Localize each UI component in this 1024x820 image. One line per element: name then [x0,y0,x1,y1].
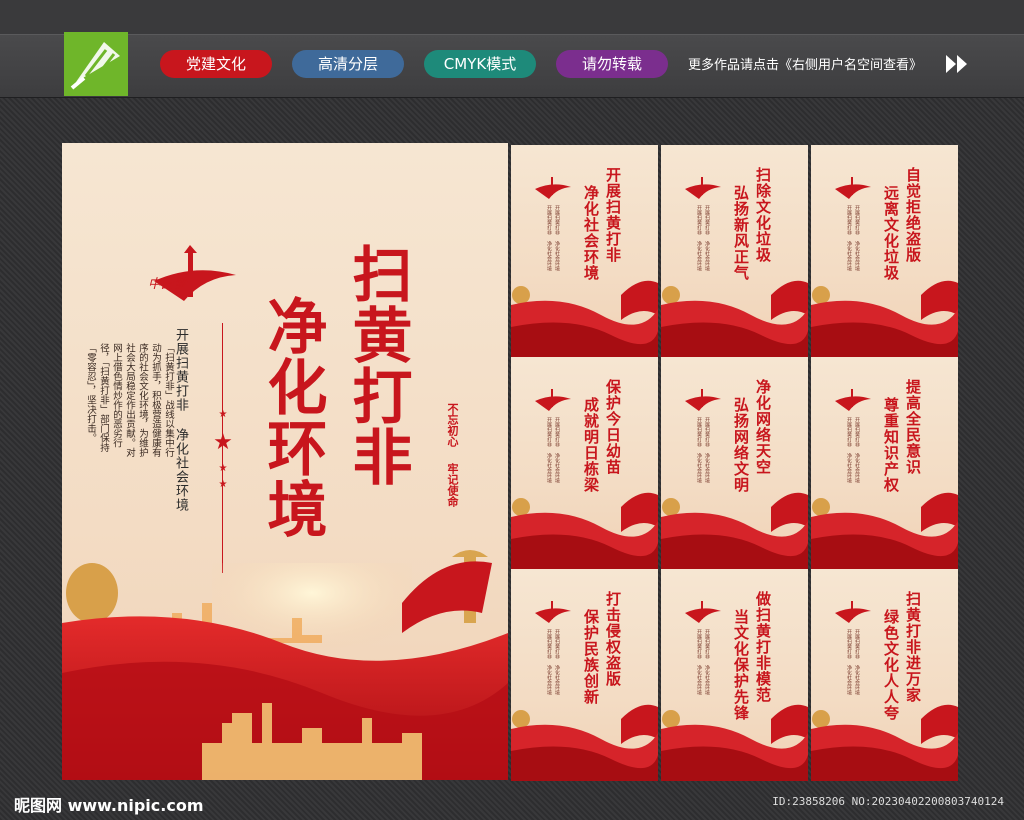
small-poster-title-2: 远离文化垃圾 [882,185,900,281]
small-poster-title-2: 弘扬网络文明 [732,397,750,493]
image-id: ID:23858206 NO:20230402200803740124 [772,795,1004,808]
china-dream-logo [535,601,571,623]
small-poster: 开展扫黄打非 净化社会环境 开展扫黄打非 净化社会环境 扫除文化垃圾 弘扬新风正… [661,145,808,357]
tag-party-culture[interactable]: 党建文化 [160,50,272,78]
main-title-line1: 扫黄打非 [342,243,412,487]
svg-text:★: ★ [219,463,228,474]
small-poster: 开展扫黄打非 净化社会环境 开展扫黄打非 净化社会环境 保护今日幼苗 成就明日栋… [511,357,658,569]
small-poster-title-1: 打击侵权盗版 [604,591,622,687]
pen-nib-icon [70,42,120,90]
small-poster-decoration [511,280,658,357]
small-poster-decoration [811,280,958,357]
small-poster-title-2: 保护民族创新 [582,609,600,705]
small-poster-decoration [661,280,808,357]
china-dream-logo [835,601,871,623]
small-poster-title-1: 扫除文化垃圾 [754,167,772,263]
svg-text:★: ★ [219,479,228,490]
site-watermark: 昵图网 www.nipic.com [14,796,204,815]
bottom-decoration [62,550,508,780]
double-arrow-right-icon[interactable] [944,53,970,75]
small-poster: 开展扫黄打非 净化社会环境 开展扫黄打非 净化社会环境 提高全民意识 尊重知识产… [811,357,958,569]
small-poster-title-1: 开展扫黄打非 [604,167,622,263]
brand-logo[interactable] [64,32,128,96]
small-poster: 开展扫黄打非 净化社会环境 开展扫黄打非 净化社会环境 扫黄打非进万家 绿色文化… [811,569,958,781]
small-poster: 开展扫黄打非 净化社会环境 开展扫黄打非 净化社会环境 打击侵权盗版 保护民族创… [511,569,658,781]
logo-text: 中国梦 [148,277,188,292]
small-poster-title-1: 净化网络天空 [754,379,772,475]
small-poster-title-1: 自觉拒绝盗版 [904,167,922,263]
seal-slogan-1: 不忘初心 [446,403,459,447]
small-poster-decoration [661,704,808,781]
small-poster-decoration [811,704,958,781]
svg-text:★: ★ [219,409,228,420]
china-dream-logo [685,601,721,623]
small-poster-title-2: 尊重知识产权 [882,397,900,493]
china-dream-logo [535,389,571,411]
main-body-text: 「扫黄打非」战线以集中行动为抓手，积极营造健康有序的社会文化环境，为维护社会大局… [85,343,174,457]
china-dream-logo [685,389,721,411]
small-poster: 开展扫黄打非 净化社会环境 开展扫黄打非 净化社会环境 净化网络天空 弘扬网络文… [661,357,808,569]
small-poster-title-2: 弘扬新风正气 [732,185,750,281]
small-poster-title-2: 成就明日栋梁 [582,397,600,493]
small-poster-title-2: 净化社会环境 [582,185,600,281]
china-dream-logo [835,177,871,199]
small-poster-title-1: 提高全民意识 [904,379,922,475]
star-group-icon: ★ ★ ★ ★ [213,409,233,490]
small-poster: 开展扫黄打非 净化社会环境 开展扫黄打非 净化社会环境 自觉拒绝盗版 远离文化垃… [811,145,958,357]
small-poster: 开展扫黄打非 净化社会环境 开展扫黄打非 净化社会环境 做扫黄打非模范 当文化保… [661,569,808,781]
more-works-link[interactable]: 更多作品请点击《右侧用户名空间查看》 [688,54,922,73]
small-poster-decoration [811,492,958,569]
tag-no-repost[interactable]: 请勿转载 [556,50,668,78]
small-poster-decoration [511,492,658,569]
seal-slogan-2: 牢记使命 [446,463,459,507]
china-dream-logo [685,177,721,199]
small-poster-title-1: 做扫黄打非模范 [754,591,772,703]
tag-cmyk-mode[interactable]: CMYK模式 [424,50,536,78]
svg-text:★: ★ [213,430,233,455]
top-toolbar: 党建文化 高清分层 CMYK模式 请勿转载 更多作品请点击《右侧用户名空间查看》 [0,0,1024,98]
small-poster-title-1: 扫黄打非进万家 [904,591,922,703]
china-dream-logo [835,389,871,411]
small-poster-decoration [511,704,658,781]
small-poster-decoration [661,492,808,569]
tag-hd-layers[interactable]: 高清分层 [292,50,404,78]
main-title-line2: 净化环境 [257,295,327,539]
small-poster: 开展扫黄打非 净化社会环境 开展扫黄打非 净化社会环境 开展扫黄打非 净化社会环… [511,145,658,357]
small-poster-title-1: 保护今日幼苗 [604,379,622,475]
main-poster: 中国梦 扫黄打非 净化环境 ★ ★ ★ ★ 开展扫黄打非 净化社会环境 「扫黄打… [62,143,508,780]
china-dream-logo [535,177,571,199]
